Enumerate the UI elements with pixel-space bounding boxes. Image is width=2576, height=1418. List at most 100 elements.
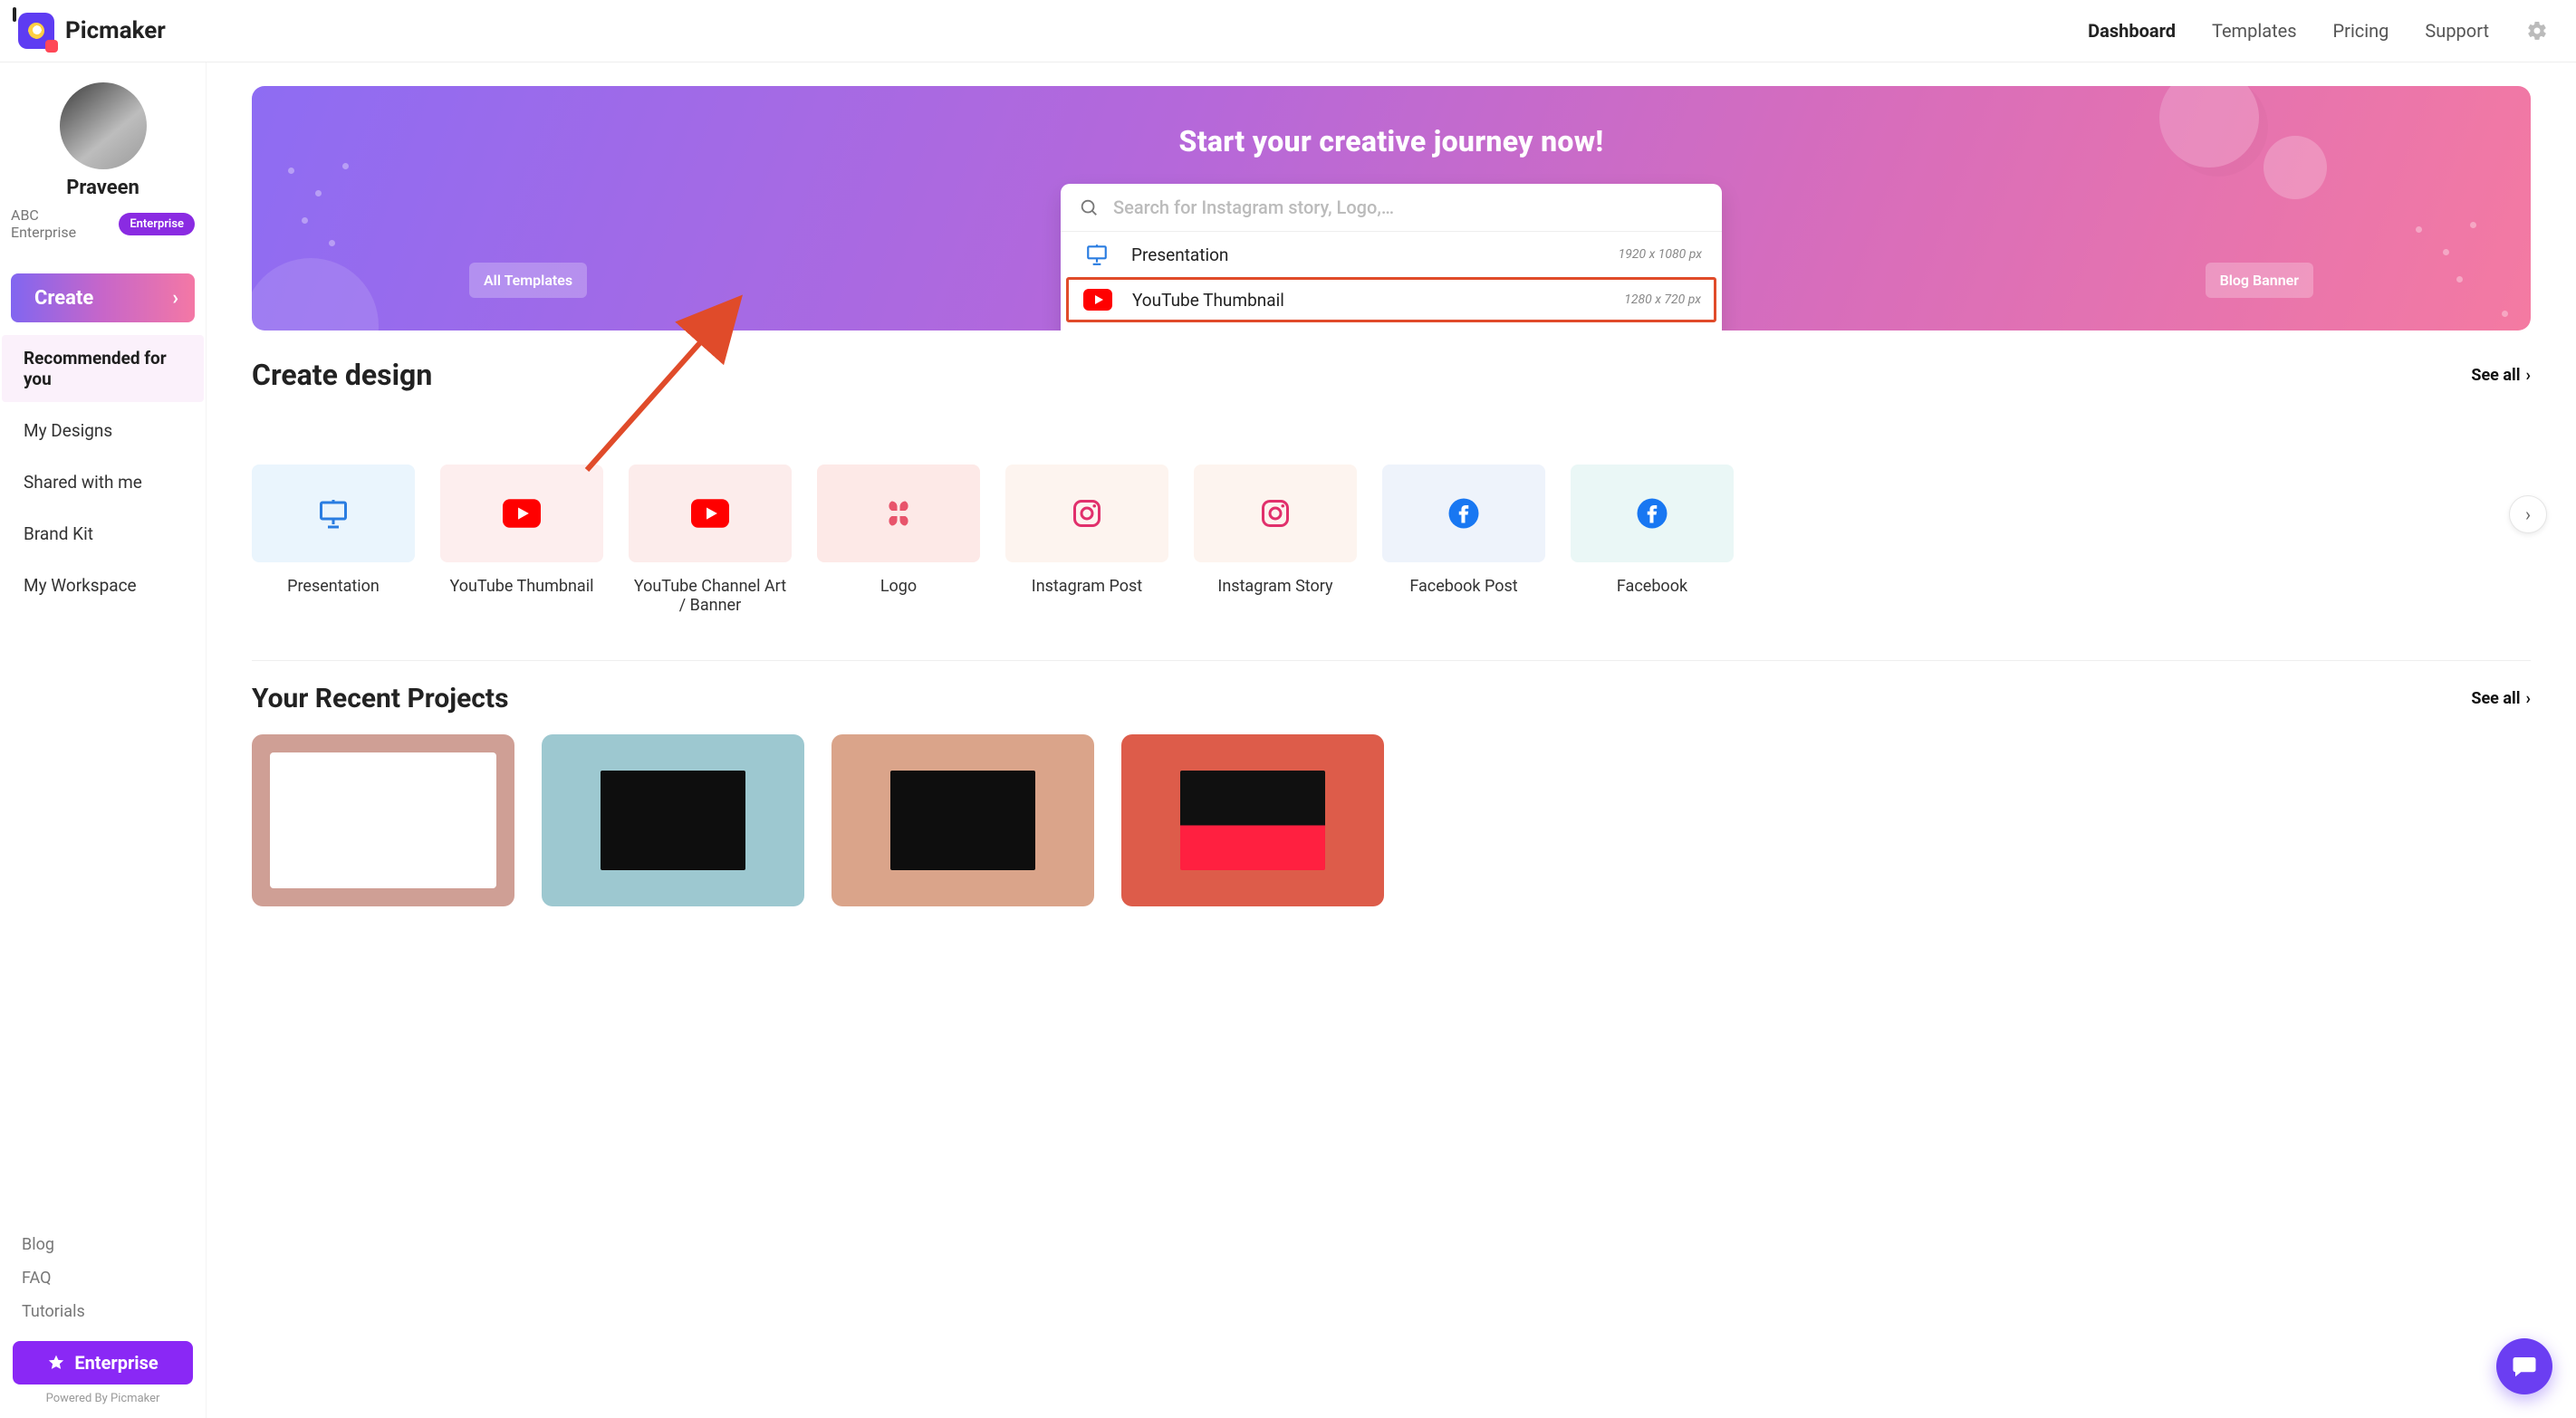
- powered-by: Powered By Picmaker: [2, 1392, 204, 1409]
- dropdown-item-size: 1280 x 720 px: [1624, 292, 1701, 307]
- enterprise-button[interactable]: Enterprise: [13, 1341, 193, 1384]
- main: Start your creative journey now! All Tem…: [207, 62, 2576, 1418]
- recent-project-card[interactable]: [831, 734, 1094, 906]
- brand[interactable]: Picmaker: [18, 13, 166, 49]
- nav-dashboard[interactable]: Dashboard: [2088, 20, 2176, 42]
- recent-project-card[interactable]: [542, 734, 804, 906]
- recent-project-card[interactable]: [1121, 734, 1384, 906]
- facebook-icon: [1447, 497, 1480, 530]
- dropdown-list: Presentation 1920 x 1080 px YouTube Thumbn…: [1061, 232, 1722, 331]
- dropdown-item-youtube-banner[interactable]: YouTube Banner2560 x 1440 px: [1061, 322, 1722, 331]
- chip-blog-banner[interactable]: Blog Banner: [2206, 263, 2313, 298]
- search-icon: [1079, 197, 1099, 217]
- enterprise-label: Enterprise: [74, 1352, 158, 1374]
- picmaker-logo-icon: [18, 13, 54, 49]
- card-label: Logo: [817, 577, 980, 596]
- sidebar-item-my-designs[interactable]: My Designs: [2, 407, 204, 454]
- topbar: Picmaker Dashboard Templates Pricing Sup…: [0, 0, 2576, 62]
- plan-badge: Enterprise: [119, 213, 195, 235]
- dropdown-item-label: YouTube Thumbnail: [1132, 290, 1606, 311]
- nav-pricing[interactable]: Pricing: [2333, 20, 2389, 42]
- gear-icon[interactable]: [2525, 19, 2549, 43]
- recent-row: [252, 734, 2531, 906]
- sidebar-item-shared[interactable]: Shared with me: [2, 459, 204, 505]
- see-all-label: See all: [2471, 689, 2520, 708]
- card-tile: [817, 465, 980, 562]
- card-tile: [1382, 465, 1545, 562]
- chip-all-templates[interactable]: All Templates: [469, 263, 587, 298]
- see-all-recent[interactable]: See all ›: [2471, 689, 2531, 708]
- chevron-right-icon: ›: [2526, 366, 2531, 385]
- sidebar-link-faq[interactable]: FAQ: [22, 1269, 195, 1288]
- design-card-instagram-story[interactable]: Instagram Story: [1194, 465, 1357, 615]
- instagram-icon: [1071, 497, 1103, 530]
- search-dropdown: Presentation 1920 x 1080 px YouTube Thumbn…: [1061, 184, 1722, 331]
- facebook-icon: [1636, 497, 1668, 530]
- design-card-facebook[interactable]: Facebook: [1571, 465, 1734, 615]
- see-all-label: See all: [2471, 366, 2520, 385]
- card-tile: [1571, 465, 1734, 562]
- card-label: YouTube Channel Art / Banner: [629, 577, 792, 615]
- recent-title: Your Recent Projects: [252, 683, 508, 714]
- create-label: Create: [34, 287, 93, 310]
- design-card-presentation[interactable]: Presentation: [252, 465, 415, 615]
- card-label: Facebook Post: [1382, 577, 1545, 596]
- topnav: Dashboard Templates Pricing Support: [2088, 19, 2549, 43]
- brand-name: Picmaker: [65, 17, 166, 44]
- create-button[interactable]: Create ›: [11, 273, 195, 322]
- sidebar-item-workspace[interactable]: My Workspace: [2, 562, 204, 608]
- card-label: Instagram Post: [1005, 577, 1168, 596]
- avatar[interactable]: [60, 82, 147, 169]
- instagram-icon: [1259, 497, 1292, 530]
- dropdown-item-label: Presentation: [1131, 244, 1600, 265]
- card-label: Instagram Story: [1194, 577, 1357, 596]
- card-tile: [1194, 465, 1357, 562]
- org-name: ABC Enterprise: [11, 206, 106, 241]
- card-tile: [629, 465, 792, 562]
- dropdown-item-size: 1920 x 1080 px: [1619, 247, 1702, 262]
- sidebar-link-tutorials[interactable]: Tutorials: [22, 1302, 195, 1321]
- chat-button[interactable]: [2496, 1338, 2552, 1394]
- design-card-youtube-channel-art-banner[interactable]: YouTube Channel Art / Banner: [629, 465, 792, 615]
- card-tile: [252, 465, 415, 562]
- profile-name: Praveen: [66, 177, 139, 199]
- profile: Praveen ABC Enterprise Enterprise: [2, 82, 204, 257]
- sidebar-item-recommended[interactable]: Recommended for you: [2, 335, 204, 402]
- sidebar-link-blog[interactable]: Blog: [22, 1235, 195, 1254]
- youtube-icon: [691, 497, 729, 530]
- create-section-head: Create design See all ›: [252, 358, 2531, 392]
- card-label: YouTube Thumbnail: [440, 577, 603, 596]
- youtube-icon: [503, 497, 541, 530]
- design-card-instagram-post[interactable]: Instagram Post: [1005, 465, 1168, 615]
- recent-head: Your Recent Projects See all ›: [252, 683, 2531, 714]
- design-card-logo[interactable]: Logo: [817, 465, 980, 615]
- youtube-icon: [1081, 286, 1114, 313]
- dropdown-item-presentation[interactable]: Presentation 1920 x 1080 px: [1061, 232, 1722, 277]
- design-row: Presentation YouTube Thumbnail YouTube Cha…: [252, 465, 2531, 615]
- design-card-facebook-post[interactable]: Facebook Post: [1382, 465, 1545, 615]
- recent-project-card[interactable]: [252, 734, 514, 906]
- card-label: Facebook: [1571, 577, 1734, 596]
- presentation-icon: [317, 497, 350, 530]
- hero: Start your creative journey now! All Tem…: [252, 86, 2531, 331]
- card-label: Presentation: [252, 577, 415, 596]
- star-icon: [47, 1354, 65, 1372]
- card-tile: [440, 465, 603, 562]
- nav-templates[interactable]: Templates: [2212, 20, 2297, 42]
- search-input[interactable]: [1113, 196, 1704, 218]
- card-tile: [1005, 465, 1168, 562]
- divider: [252, 660, 2531, 661]
- chevron-right-icon: ›: [172, 287, 178, 310]
- dropdown-item-youtube-thumbnail[interactable]: YouTube Thumbnail 1280 x 720 px: [1066, 277, 1716, 322]
- nav-support[interactable]: Support: [2425, 20, 2489, 42]
- sidebar: Praveen ABC Enterprise Enterprise Create…: [0, 62, 207, 1418]
- see-all-create[interactable]: See all ›: [2471, 366, 2531, 385]
- sidebar-item-brand-kit[interactable]: Brand Kit: [2, 511, 204, 557]
- scroll-next-button[interactable]: ›: [2509, 495, 2547, 533]
- design-card-youtube-thumbnail[interactable]: YouTube Thumbnail: [440, 465, 603, 615]
- chevron-right-icon: ›: [2526, 689, 2531, 708]
- presentation-icon: [1081, 241, 1113, 268]
- create-section-title: Create design: [252, 358, 432, 392]
- sidebar-nav: Recommended for you My Designs Shared wi…: [2, 335, 204, 608]
- logo-icon: [882, 497, 915, 530]
